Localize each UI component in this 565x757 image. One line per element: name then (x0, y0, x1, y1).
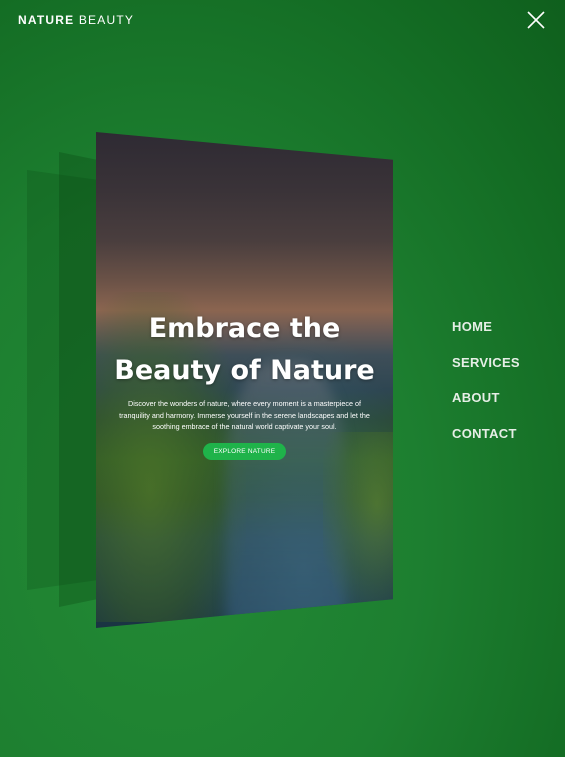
hero-card: Embrace the Beauty of Nature Discover th… (96, 132, 393, 628)
brand-logo[interactable]: NATURE BEAUTY (18, 13, 134, 27)
nav-item-services[interactable]: SERVICES (452, 355, 520, 391)
hero-title-line-1: Embrace the (148, 313, 341, 344)
hero-description: Discover the wonders of nature, where ev… (119, 399, 370, 431)
hero-title-line-2: Beauty of Nature (114, 355, 375, 386)
brand-name-light: BEAUTY (74, 13, 135, 27)
nav-item-home[interactable]: HOME (452, 319, 520, 355)
nav-item-about[interactable]: ABOUT (452, 390, 520, 426)
nav-item-contact[interactable]: CONTACT (452, 426, 520, 462)
explore-nature-button[interactable]: EXPLORE NATURE (202, 442, 287, 460)
close-icon (527, 11, 545, 29)
hero-content: Embrace the Beauty of Nature Discover th… (96, 308, 393, 460)
close-button[interactable] (527, 11, 545, 29)
brand-name-bold: NATURE (18, 13, 75, 27)
main-navigation: HOME SERVICES ABOUT CONTACT (452, 319, 520, 461)
hero-title: Embrace the Beauty of Nature (110, 308, 379, 392)
